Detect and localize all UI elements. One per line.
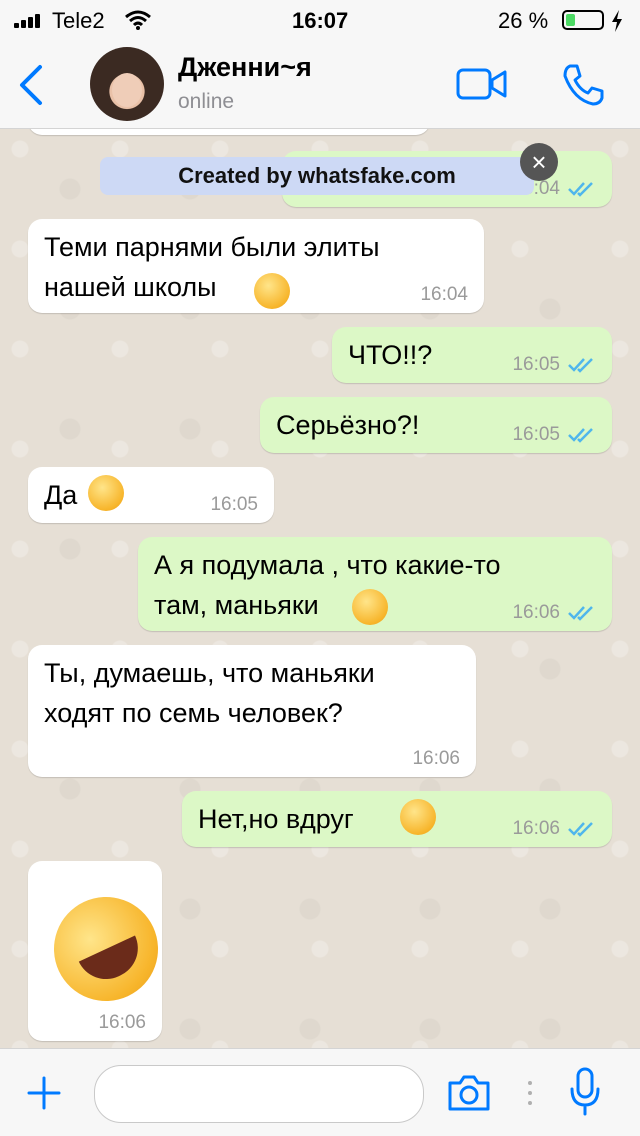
message-bubble[interactable]: 16:06 (28, 861, 176, 1041)
more-dots-icon (528, 1081, 532, 1105)
message-text: Нет,но вдруг (198, 804, 362, 834)
charging-icon (612, 10, 622, 32)
message-time: 16:06 (98, 1012, 146, 1033)
read-receipt-icon (568, 358, 593, 373)
plus-icon[interactable] (26, 1075, 62, 1111)
message-bubble[interactable]: А я подумала , что какие-то там, маньяки… (138, 537, 612, 631)
message-bubble[interactable]: Ты, думаешь, что маньяки ходят по семь ч… (28, 645, 476, 777)
message-bubble[interactable]: Серьёзно?! 16:05 (260, 397, 612, 453)
read-receipt-icon (568, 822, 593, 837)
close-icon[interactable]: × (520, 143, 558, 181)
message-bubble-partial (28, 129, 430, 135)
message-time: 16:06 (412, 748, 460, 769)
status-time: 16:07 (292, 8, 349, 33)
battery-percent: 26 % (498, 8, 549, 33)
back-chevron-icon[interactable] (16, 64, 44, 106)
laughing-squint-emoji-icon (352, 589, 388, 625)
read-receipt-icon (568, 182, 593, 197)
chat-header: Дженни~я online (0, 40, 640, 129)
message-bubble[interactable]: Да 16:05 (28, 467, 274, 523)
tears-of-joy-emoji-icon (400, 799, 436, 835)
rolling-on-floor-laughing-emoji-icon (36, 879, 176, 1019)
message-bubble[interactable]: ЧТО!!? 16:05 (332, 327, 612, 383)
message-text: Ты, думаешь, что маньяки ходят по семь ч… (44, 658, 375, 728)
phone-call-icon[interactable] (560, 62, 606, 108)
watermark-banner: Created by whatsfake.com (100, 157, 534, 195)
message-text: Да (44, 480, 78, 510)
contact-status: online (178, 90, 235, 113)
camera-icon[interactable] (446, 1073, 492, 1113)
message-time: 16:05 (512, 424, 560, 445)
signal-strength-icon (14, 14, 46, 28)
battery-level (566, 14, 575, 26)
message-time: 16:05 (512, 354, 560, 375)
message-time: 16:06 (512, 602, 560, 623)
read-receipt-icon (568, 428, 593, 443)
message-bubble[interactable]: Нет,но вдруг 16:06 (182, 791, 612, 847)
status-bar: Tele2 16:07 26 % (0, 0, 640, 40)
message-text: Серьёзно?! (276, 410, 420, 440)
message-text: А я подумала , что какие-то там, маньяки (154, 550, 501, 620)
hushed-face-emoji-icon (254, 273, 290, 309)
contact-name[interactable]: Дженни~я (178, 52, 312, 83)
message-time: 16:05 (210, 494, 258, 515)
message-time: 16:04 (420, 284, 468, 305)
chat-area[interactable]: 16:04 Created by whatsfake.com × Теми па… (0, 129, 640, 1048)
contact-avatar[interactable] (90, 47, 164, 121)
screen: Tele2 16:07 26 % Дженни~я online 16:04 C… (0, 0, 640, 1136)
read-receipt-icon (568, 606, 593, 621)
battery-icon (562, 10, 604, 30)
message-bubble[interactable]: Теми парнями были элиты нашей школы 16:0… (28, 219, 484, 313)
grinning-sweat-emoji-icon (88, 475, 124, 511)
message-time: 16:06 (512, 818, 560, 839)
message-input[interactable] (94, 1065, 424, 1123)
message-input-bar (0, 1048, 640, 1136)
message-text: ЧТО!!? (348, 340, 433, 370)
video-call-icon[interactable] (456, 66, 508, 102)
wifi-icon (125, 10, 151, 30)
carrier-name: Tele2 (52, 8, 105, 33)
message-text: Теми парнями были элиты нашей школы (44, 232, 380, 302)
microphone-icon[interactable] (568, 1067, 602, 1117)
